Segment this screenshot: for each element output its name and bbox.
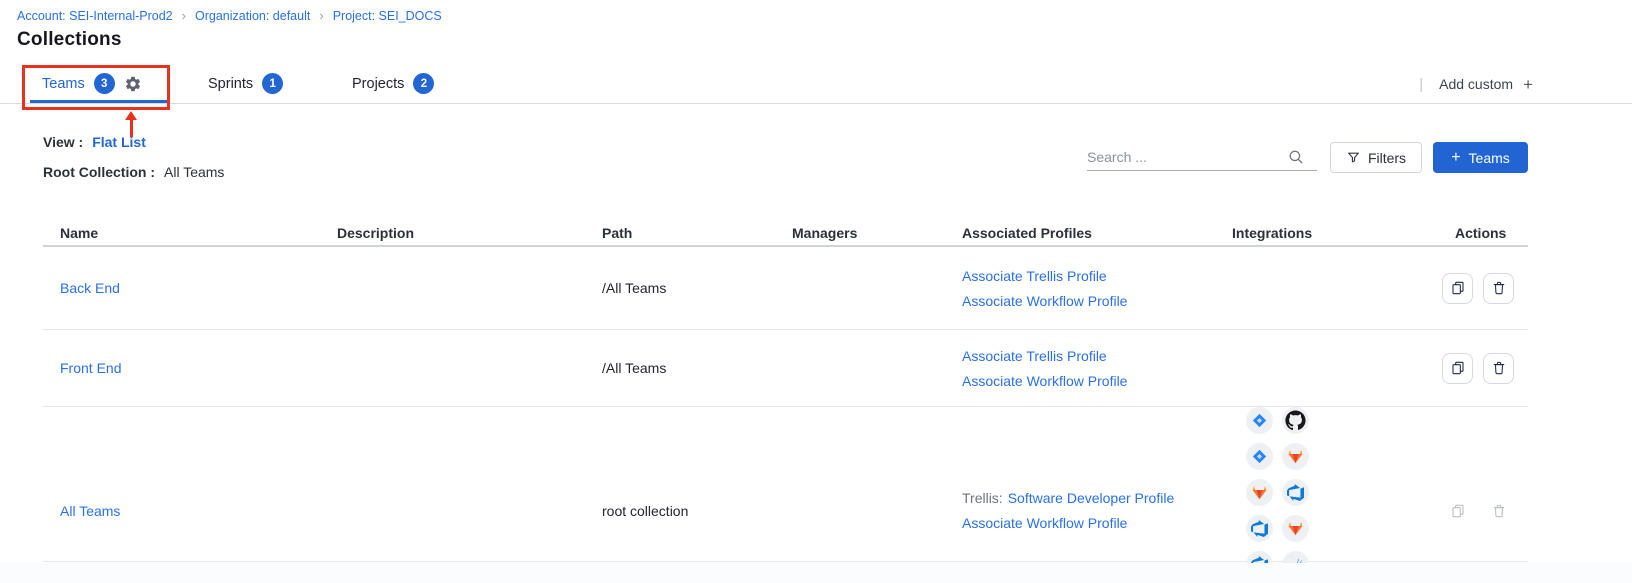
column-header-associated-profiles: Associated Profiles	[945, 225, 1215, 241]
collections-page: Account: SEI-Internal-Prod2 › Organizati…	[0, 0, 1632, 583]
add-custom-button[interactable]: | Add custom +	[1419, 64, 1533, 104]
associated-profiles-cell: Trellis: Software Developer Profile Asso…	[945, 490, 1215, 531]
table-header-row: Name Description Path Managers Associate…	[43, 220, 1528, 247]
plus-icon: +	[1523, 76, 1533, 93]
root-collection-row: Root Collection : All Teams	[43, 164, 224, 180]
footer-strip	[0, 563, 1632, 583]
tab-sprints-count-badge: 1	[262, 73, 283, 94]
column-header-integrations: Integrations	[1215, 225, 1420, 241]
azure-devops-icon	[1282, 479, 1309, 506]
search-field-wrap	[1087, 143, 1317, 171]
annotation-arrow	[125, 111, 137, 120]
clone-button[interactable]	[1442, 353, 1473, 384]
path-cell: /All Teams	[585, 280, 775, 296]
integration-icons-grid	[1232, 407, 1336, 583]
filters-button-label: Filters	[1368, 150, 1406, 166]
associate-workflow-profile-link[interactable]: Associate Workflow Profile	[962, 293, 1127, 309]
collection-name-cell: All Teams	[43, 503, 320, 519]
gitlab-icon	[1282, 515, 1309, 542]
table-row: All Teams root collection Trellis: Softw…	[43, 407, 1528, 562]
delete-button[interactable]	[1483, 273, 1514, 304]
tab-projects-label: Projects	[352, 76, 404, 92]
collections-tabbar: Teams 3 Sprints 1 Projects 2	[0, 64, 1632, 104]
gear-icon[interactable]	[124, 75, 142, 93]
tab-projects[interactable]: Projects 2	[352, 64, 434, 103]
filters-button[interactable]: Filters	[1330, 142, 1422, 173]
actions-cell	[1420, 273, 1528, 304]
jira-icon	[1246, 443, 1273, 470]
collection-name-link[interactable]: Front End	[60, 360, 121, 376]
view-label: View :	[43, 134, 83, 150]
breadcrumb-organization-link[interactable]: Organization: default	[195, 9, 310, 23]
collection-name-link[interactable]: All Teams	[60, 503, 120, 519]
delete-button-disabled	[1483, 495, 1514, 526]
filter-funnel-icon	[1346, 150, 1361, 165]
tab-teams[interactable]: Teams 3	[42, 64, 142, 103]
trellis-prefix-label: Trellis:	[962, 490, 1003, 506]
azure-devops-icon	[1246, 515, 1273, 542]
gitlab-icon	[1246, 479, 1273, 506]
tab-sprints-label: Sprints	[208, 76, 253, 92]
tab-teams-count-badge: 3	[94, 73, 115, 94]
tab-sprints[interactable]: Sprints 1	[208, 64, 283, 103]
breadcrumb-separator: ›	[319, 8, 323, 23]
delete-button[interactable]	[1483, 353, 1514, 384]
integrations-cell	[1215, 407, 1420, 583]
search-icon	[1287, 148, 1305, 166]
associate-workflow-profile-link[interactable]: Associate Workflow Profile	[962, 373, 1127, 389]
path-cell: root collection	[585, 503, 775, 519]
breadcrumb-project-link[interactable]: Project: SEI_DOCS	[333, 9, 442, 23]
clone-button[interactable]	[1442, 273, 1473, 304]
search-input[interactable]	[1087, 149, 1287, 165]
root-collection-label: Root Collection :	[43, 164, 155, 180]
breadcrumb-separator: ›	[182, 8, 186, 23]
associate-workflow-profile-link[interactable]: Associate Workflow Profile	[962, 515, 1127, 531]
associate-trellis-profile-link[interactable]: Associate Trellis Profile	[962, 268, 1107, 284]
view-row: View : Flat List	[43, 134, 146, 150]
gitlab-icon	[1282, 443, 1309, 470]
actions-cell	[1420, 353, 1528, 384]
column-header-description: Description	[320, 225, 585, 241]
collections-table: Name Description Path Managers Associate…	[43, 220, 1528, 562]
column-header-path: Path	[585, 225, 775, 241]
collection-name-link[interactable]: Back End	[60, 280, 120, 296]
add-teams-button-label: Teams	[1469, 150, 1510, 166]
add-custom-label: Add custom	[1439, 76, 1513, 92]
associated-profiles-cell: Associate Trellis Profile Associate Work…	[945, 268, 1215, 309]
divider: |	[1419, 76, 1423, 93]
tab-teams-label: Teams	[42, 76, 85, 92]
software-developer-profile-link[interactable]: Software Developer Profile	[1008, 490, 1175, 506]
breadcrumb: Account: SEI-Internal-Prod2 › Organizati…	[17, 8, 442, 23]
root-collection-value: All Teams	[164, 164, 224, 180]
table-row: Back End /All Teams Associate Trellis Pr…	[43, 247, 1528, 330]
table-row: Front End /All Teams Associate Trellis P…	[43, 330, 1528, 407]
column-header-name: Name	[43, 225, 320, 241]
github-icon	[1282, 407, 1309, 434]
view-mode-link[interactable]: Flat List	[92, 134, 146, 150]
active-tab-underline	[30, 100, 168, 103]
clone-button-disabled	[1442, 495, 1473, 526]
associate-trellis-profile-link[interactable]: Associate Trellis Profile	[962, 348, 1107, 364]
jira-icon	[1246, 407, 1273, 434]
column-header-actions: Actions	[1420, 225, 1528, 241]
collection-name-cell: Back End	[43, 280, 320, 296]
tab-projects-count-badge: 2	[413, 73, 434, 94]
associated-profiles-cell: Associate Trellis Profile Associate Work…	[945, 348, 1215, 389]
breadcrumb-account-link[interactable]: Account: SEI-Internal-Prod2	[17, 9, 173, 23]
column-header-managers: Managers	[775, 225, 945, 241]
page-title: Collections	[17, 29, 122, 51]
actions-cell	[1420, 495, 1528, 526]
plus-icon: +	[1451, 150, 1460, 166]
path-cell: /All Teams	[585, 360, 775, 376]
add-teams-button[interactable]: + Teams	[1433, 142, 1528, 173]
collection-name-cell: Front End	[43, 360, 320, 376]
